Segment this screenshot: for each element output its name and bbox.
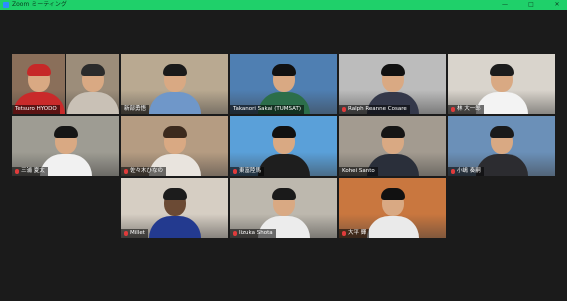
participant-hair bbox=[489, 64, 514, 76]
participant-name: Kohei Santo bbox=[342, 168, 375, 174]
participant-hair bbox=[162, 126, 187, 138]
muted-mic-icon bbox=[451, 169, 455, 174]
participant-hair bbox=[380, 126, 405, 138]
participant-hair bbox=[53, 126, 78, 138]
participant-body bbox=[257, 154, 310, 176]
participant-hair bbox=[162, 64, 187, 76]
participant-name: Millet bbox=[130, 230, 145, 236]
zoom-logo-icon bbox=[3, 2, 9, 8]
participant-nameplate: 大平 輝 bbox=[339, 229, 370, 238]
participant-tile[interactable]: Ralph Reanne Cosare bbox=[339, 54, 446, 114]
participant-name: Ralph Reanne Cosare bbox=[348, 106, 407, 112]
participant-name: 三浦 夏太 bbox=[21, 168, 45, 174]
muted-mic-icon bbox=[342, 107, 346, 112]
participant-tile[interactable]: 林 大一郎 bbox=[448, 54, 555, 114]
participant-nameplate: 小嶋 奏嗣 bbox=[448, 167, 484, 176]
participant-tile[interactable]: 三浦 夏太 bbox=[12, 116, 119, 176]
maximize-button[interactable]: □ bbox=[527, 0, 535, 10]
participant-video bbox=[148, 64, 201, 114]
participant-tile[interactable]: 佐々木ひなの bbox=[121, 116, 228, 176]
gallery-view: Tetsuro HYODO 新部勇悟 Takanori Sakai (TUMSAT)… bbox=[0, 10, 567, 301]
participant-nameplate: 佐々木ひなの bbox=[121, 167, 167, 176]
muted-mic-icon bbox=[451, 107, 455, 112]
participant-hair bbox=[380, 64, 405, 76]
participant-nameplate: 新部勇悟 bbox=[121, 105, 150, 114]
participant-nameplate: Tetsuro HYODO bbox=[12, 105, 60, 114]
participant-name: 小嶋 奏嗣 bbox=[457, 168, 481, 174]
participant-nameplate: 三浦 夏太 bbox=[12, 167, 48, 176]
participant-body bbox=[148, 92, 201, 114]
participant-hair bbox=[380, 188, 405, 200]
participant-hair bbox=[162, 188, 187, 200]
participant-name: Takanori Sakai (TUMSAT) bbox=[233, 106, 301, 112]
participant-nameplate: Takanori Sakai (TUMSAT) bbox=[230, 105, 304, 114]
participant-name: 東富陸馬 bbox=[239, 168, 262, 174]
participant-tile[interactable]: 大平 輝 bbox=[339, 178, 446, 238]
participant-video bbox=[257, 126, 310, 176]
participant-hair bbox=[271, 126, 296, 138]
participant-tile[interactable]: 新部勇悟 bbox=[121, 54, 228, 114]
participant-video bbox=[148, 188, 201, 238]
participant-nameplate: Ralph Reanne Cosare bbox=[339, 105, 410, 114]
participant-name: 大平 輝 bbox=[348, 230, 367, 236]
participant-name: Iizuka Shota bbox=[239, 230, 273, 236]
participant-tile[interactable]: Kohei Santo bbox=[339, 116, 446, 176]
participant-hair bbox=[80, 64, 105, 76]
participant-nameplate: 林 大一郎 bbox=[448, 105, 484, 114]
participant-tile[interactable]: Tetsuro HYODO bbox=[12, 54, 65, 114]
participant-name: 佐々木ひなの bbox=[130, 168, 164, 174]
participant-body bbox=[66, 92, 119, 114]
participant-name: 林 大一郎 bbox=[457, 106, 481, 112]
participant-video bbox=[366, 188, 419, 238]
window-controls: — □ ✕ bbox=[501, 0, 561, 10]
participant-tile[interactable]: Takanori Sakai (TUMSAT) bbox=[230, 54, 337, 114]
minimize-button[interactable]: — bbox=[501, 0, 509, 10]
participant-name: 新部勇悟 bbox=[124, 106, 147, 112]
muted-mic-icon bbox=[124, 231, 128, 236]
close-button[interactable]: ✕ bbox=[553, 0, 561, 10]
muted-mic-icon bbox=[15, 169, 19, 174]
window-titlebar: Zoom ミーティング — □ ✕ bbox=[0, 0, 567, 10]
participant-tile[interactable]: Iizuka Shota bbox=[230, 178, 337, 238]
participant-body bbox=[366, 216, 419, 238]
participant-tile[interactable] bbox=[66, 54, 119, 114]
participant-nameplate: 東富陸馬 bbox=[230, 167, 265, 176]
participant-tile[interactable]: Millet bbox=[121, 178, 228, 238]
muted-mic-icon bbox=[233, 169, 237, 174]
participant-nameplate: Iizuka Shota bbox=[230, 229, 276, 238]
participant-hair bbox=[271, 188, 296, 200]
participant-nameplate: Millet bbox=[121, 229, 148, 238]
participant-tile[interactable]: 小嶋 奏嗣 bbox=[448, 116, 555, 176]
muted-mic-icon bbox=[233, 231, 237, 236]
participant-tile[interactable]: 東富陸馬 bbox=[230, 116, 337, 176]
participant-nameplate: Kohei Santo bbox=[339, 167, 378, 176]
participant-hair bbox=[26, 64, 51, 76]
participant-body bbox=[148, 216, 201, 238]
window-title: Zoom ミーティング bbox=[12, 1, 67, 8]
participant-name: Tetsuro HYODO bbox=[15, 106, 57, 112]
participant-hair bbox=[271, 64, 296, 76]
muted-mic-icon bbox=[124, 169, 128, 174]
participant-video bbox=[66, 64, 119, 114]
participant-hair bbox=[489, 126, 514, 138]
muted-mic-icon bbox=[342, 231, 346, 236]
